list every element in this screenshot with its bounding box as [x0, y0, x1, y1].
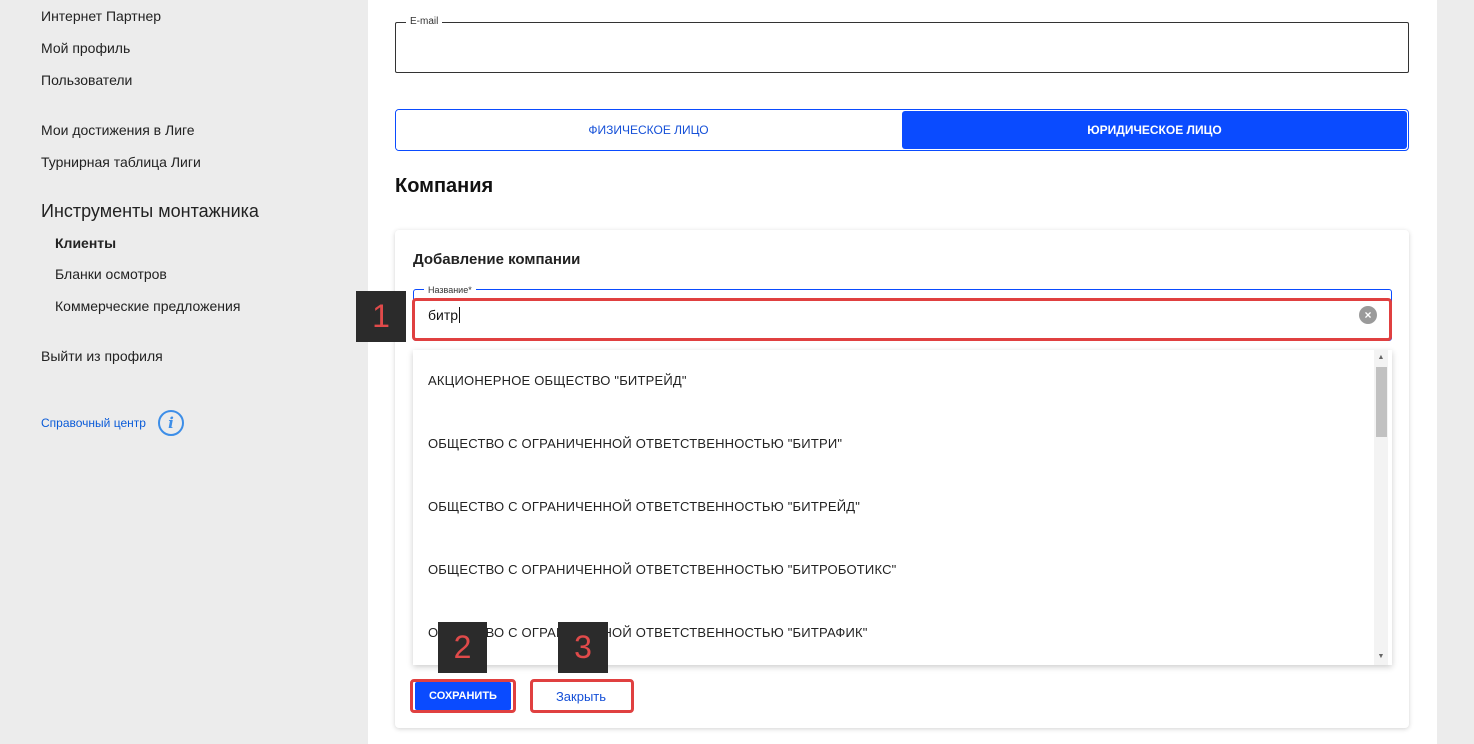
- scroll-down-icon[interactable]: ▼: [1374, 651, 1388, 663]
- suggestion-item[interactable]: ОБЩЕСТВО С ОГРАНИЧЕННОЙ ОТВЕТСТВЕННОСТЬЮ…: [428, 562, 896, 577]
- annotation-badge-3: 3: [558, 622, 608, 673]
- sidebar-item-commercial-offers[interactable]: Коммерческие предложения: [55, 298, 240, 314]
- sidebar-item-inspection-forms[interactable]: Бланки осмотров: [55, 266, 167, 282]
- card-title: Добавление компании: [413, 251, 581, 268]
- scroll-up-icon[interactable]: ▲: [1374, 352, 1388, 364]
- email-field[interactable]: E-mail: [395, 15, 1409, 73]
- toggle-legal-entity[interactable]: ЮРИДИЧЕСКОЕ ЛИЦО: [902, 111, 1407, 149]
- sidebar-link-league-table[interactable]: Турнирная таблица Лиги: [41, 154, 201, 170]
- company-name-label: Название*: [424, 283, 476, 297]
- suggestion-item[interactable]: ОБЩЕСТВО С ОГРАНИЧЕННОЙ ОТВЕТСТВЕННОСТЬЮ…: [428, 436, 842, 451]
- right-gutter: [1437, 0, 1474, 744]
- sidebar-link-logout[interactable]: Выйти из профиля: [41, 348, 163, 364]
- entity-type-toggle: ФИЗИЧЕСКОЕ ЛИЦО ЮРИДИЧЕСКОЕ ЛИЦО: [395, 109, 1409, 151]
- sidebar-link-league-achievements[interactable]: Мои достижения в Лиге: [41, 122, 195, 138]
- clear-icon[interactable]: ×: [1359, 306, 1377, 324]
- sidebar-link-my-profile[interactable]: Мой профиль: [41, 40, 130, 56]
- toggle-individual[interactable]: ФИЗИЧЕСКОЕ ЛИЦО: [396, 110, 901, 150]
- text-caret: [459, 307, 461, 323]
- save-button[interactable]: СОХРАНИТЬ: [415, 682, 511, 710]
- dropdown-scrollbar[interactable]: ▲ ▼: [1374, 350, 1388, 665]
- close-button[interactable]: Закрыть: [531, 682, 631, 710]
- suggestion-item[interactable]: ОБЩЕСТВО С ОГРАНИЧЕННОЙ ОТВЕТСТВЕННОСТЬЮ…: [428, 499, 860, 514]
- scroll-thumb[interactable]: [1376, 367, 1387, 437]
- email-label: E-mail: [406, 15, 443, 29]
- sidebar: Интернет Партнер Мой профиль Пользовател…: [0, 0, 368, 744]
- annotation-badge-1: 1: [356, 291, 406, 342]
- suggestion-item[interactable]: АКЦИОНЕРНОЕ ОБЩЕСТВО "БИТРЕЙД": [428, 373, 687, 388]
- company-name-input[interactable]: Название* битр ×: [413, 283, 1392, 341]
- add-company-card: Добавление компании Название* битр × АКЦ…: [395, 230, 1409, 728]
- sidebar-link-internet-partner[interactable]: Интернет Партнер: [41, 8, 161, 24]
- info-icon: i: [157, 410, 184, 436]
- sidebar-link-users[interactable]: Пользователи: [41, 72, 132, 88]
- section-title: Компания: [395, 175, 494, 197]
- suggestions-dropdown: АКЦИОНЕРНОЕ ОБЩЕСТВО "БИТРЕЙД" ОБЩЕСТВО …: [413, 350, 1392, 665]
- sidebar-heading-tools: Инструменты монтажника: [41, 201, 259, 221]
- suggestion-item[interactable]: ОБЩЕСТВО С ОГРАНИЧЕННОЙ ОТВЕТСТВЕННОСТЬЮ…: [428, 625, 868, 640]
- sidebar-item-clients[interactable]: Клиенты: [55, 235, 116, 251]
- help-center-link[interactable]: Справочный центр i: [41, 410, 184, 436]
- company-name-value: битр: [428, 307, 459, 323]
- main-content: E-mail ФИЗИЧЕСКОЕ ЛИЦО ЮРИДИЧЕСКОЕ ЛИЦО …: [368, 0, 1437, 744]
- annotation-badge-2: 2: [438, 622, 487, 673]
- help-center-label: Справочный центр: [41, 416, 146, 430]
